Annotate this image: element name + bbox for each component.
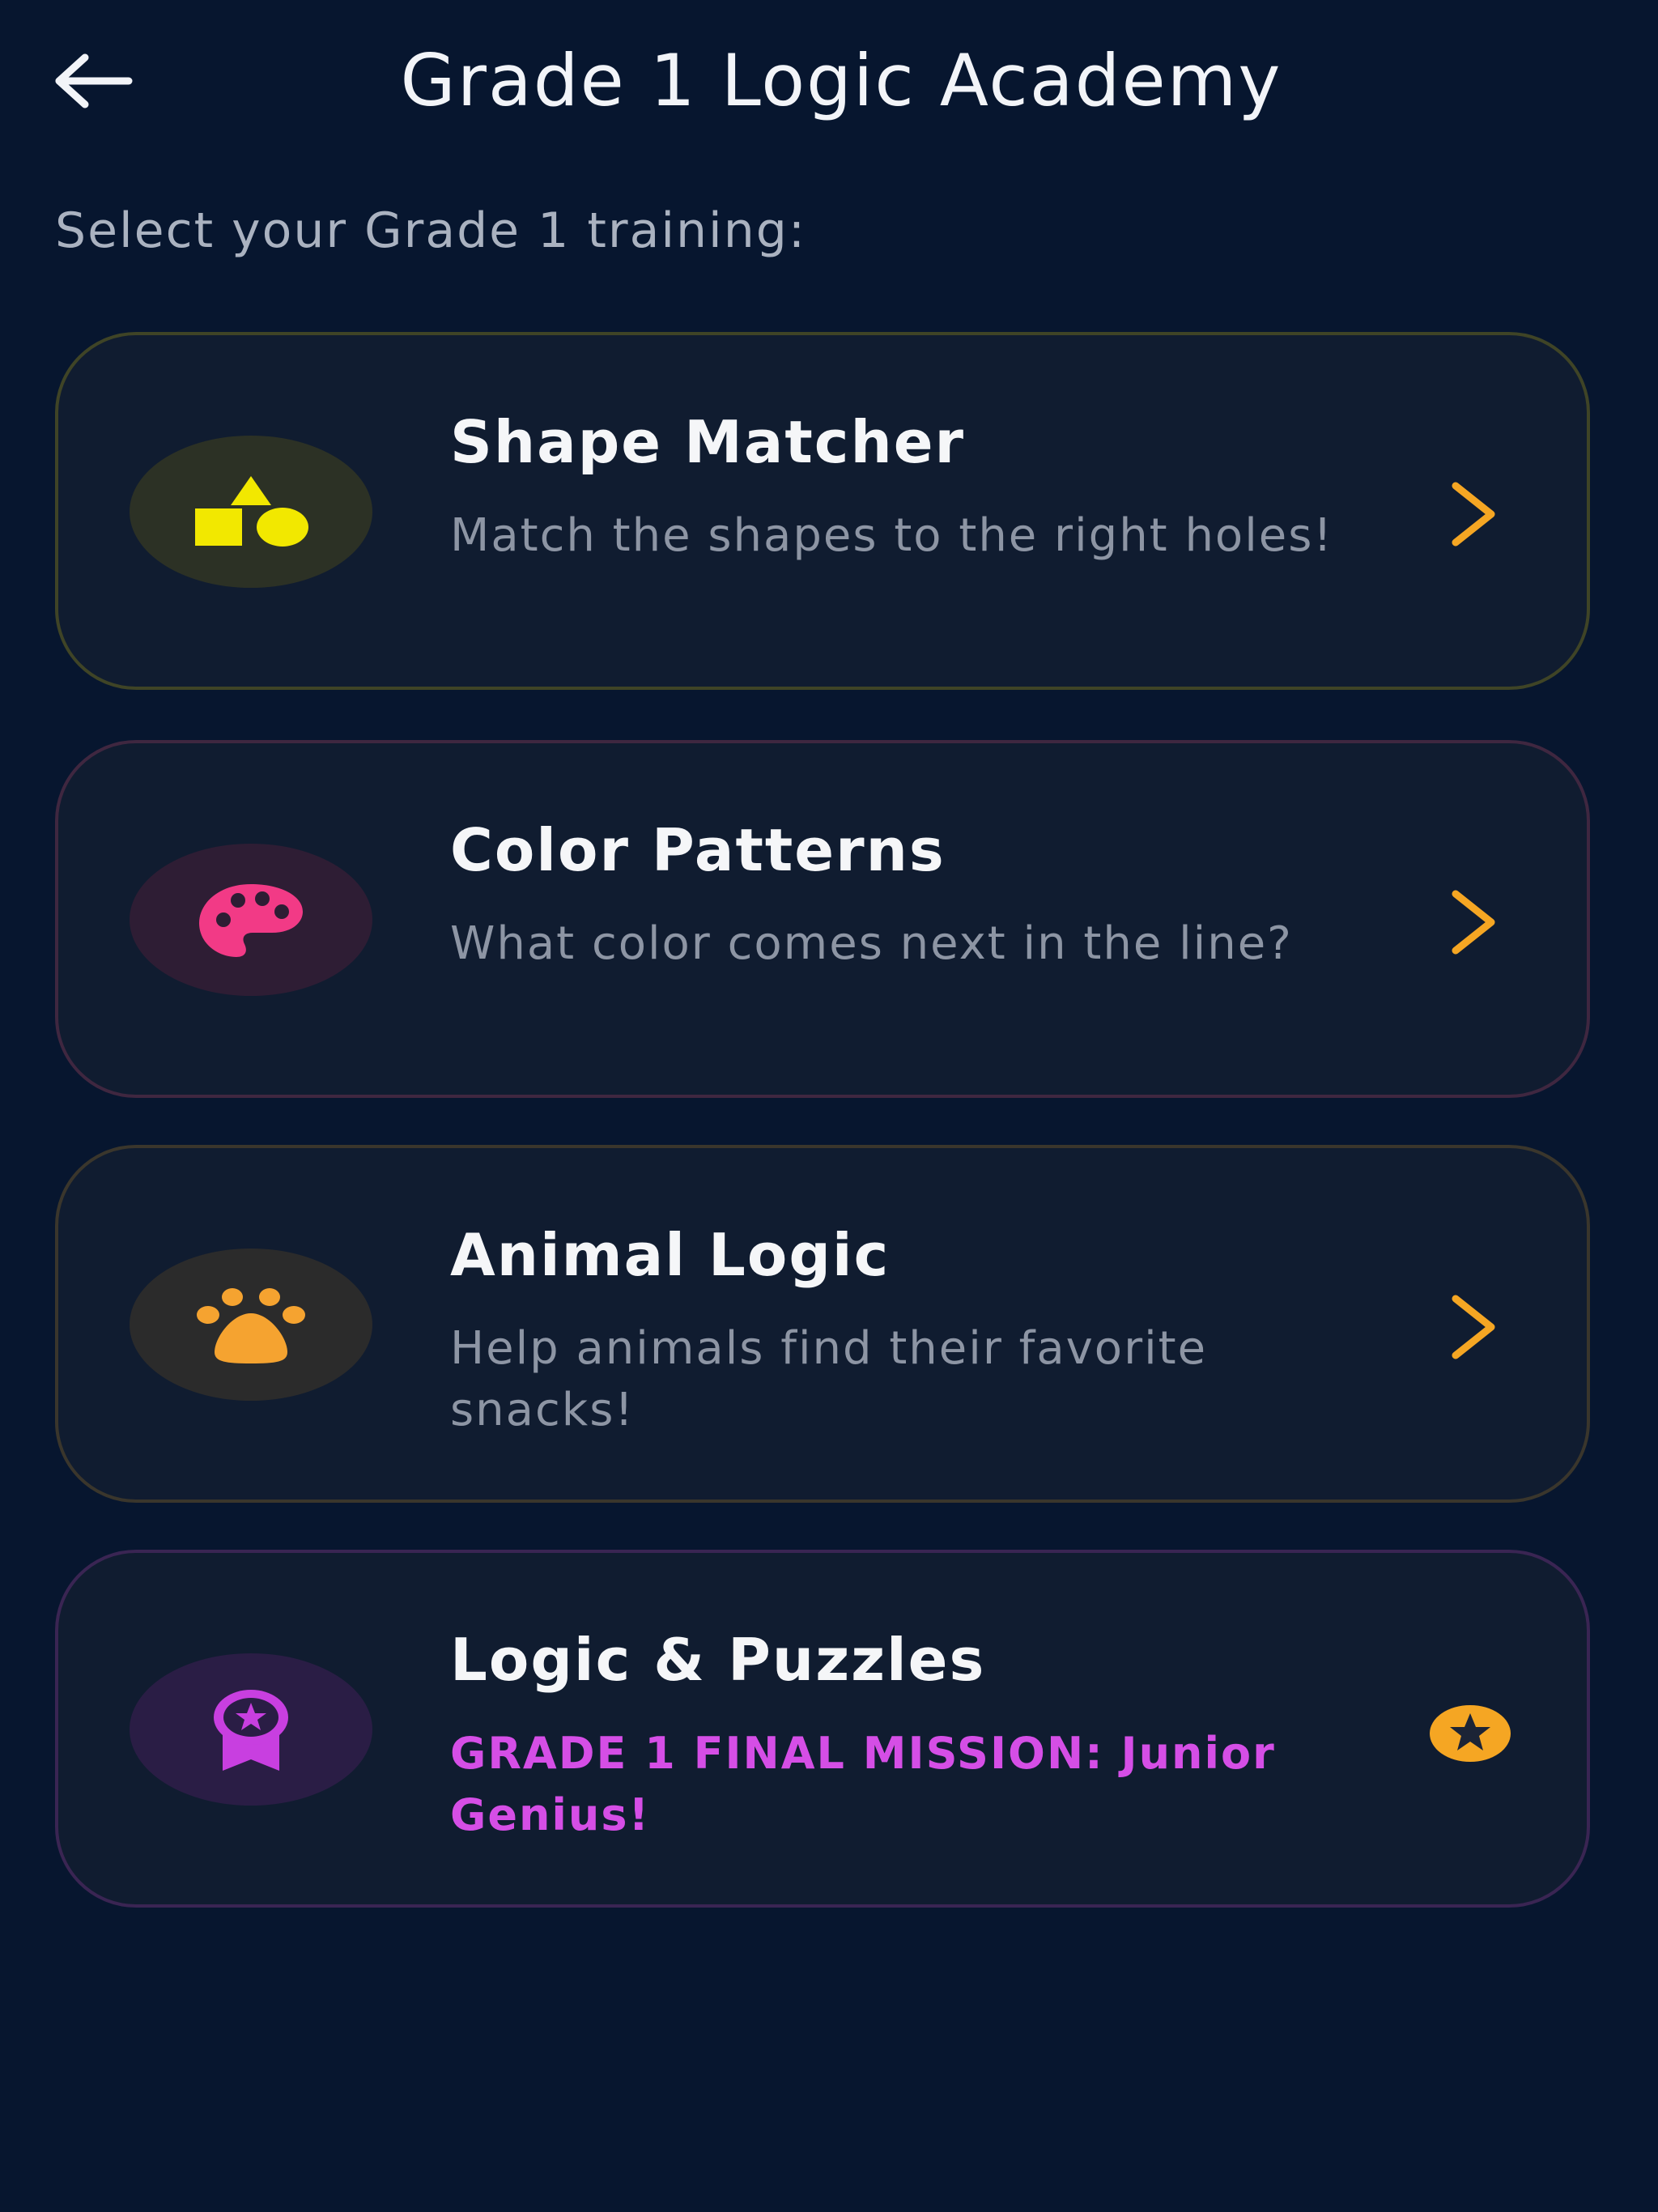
card-title: Shape Matcher <box>450 408 966 476</box>
icon-circle <box>130 844 372 996</box>
card-description: GRADE 1 FINAL MISSION: Junior Genius! <box>450 1728 1276 1840</box>
card-title: Animal Logic <box>450 1221 891 1289</box>
card-description: Match the shapes to the right holes! <box>450 509 1333 562</box>
award-ribbon-icon <box>214 1690 288 1771</box>
chevron-right-icon <box>1452 890 1495 955</box>
card-description: What color comes next in the line? <box>450 917 1293 970</box>
icon-circle <box>130 1249 372 1401</box>
section-subtitle: Select your Grade 1 training: <box>55 202 807 259</box>
chevron-right-icon <box>1452 1295 1495 1359</box>
page: Grade 1 Logic Academy Select your Grade … <box>0 0 1658 2212</box>
card-logic-puzzles[interactable]: Logic & Puzzles GRADE 1 FINAL MISSION: J… <box>55 1550 1590 1908</box>
shapes-icon <box>195 476 308 547</box>
star-badge-icon <box>1430 1705 1511 1762</box>
card-shape-matcher[interactable]: Shape Matcher Match the shapes to the ri… <box>55 332 1590 690</box>
icon-circle <box>130 436 372 588</box>
paw-icon <box>197 1288 305 1363</box>
card-title: Color Patterns <box>450 816 946 884</box>
palette-icon <box>199 884 303 957</box>
card-title: Logic & Puzzles <box>450 1626 986 1694</box>
icon-circle <box>130 1653 372 1806</box>
chevron-right-icon <box>1452 482 1495 547</box>
header: Grade 1 Logic Academy <box>0 24 1658 138</box>
card-description: Help animals find their favorite snacks! <box>450 1322 1208 1436</box>
card-animal-logic[interactable]: Animal Logic Help animals find their fav… <box>55 1145 1590 1503</box>
card-color-patterns[interactable]: Color Patterns What color comes next in … <box>55 740 1590 1098</box>
page-title: Grade 1 Logic Academy <box>400 39 1282 122</box>
